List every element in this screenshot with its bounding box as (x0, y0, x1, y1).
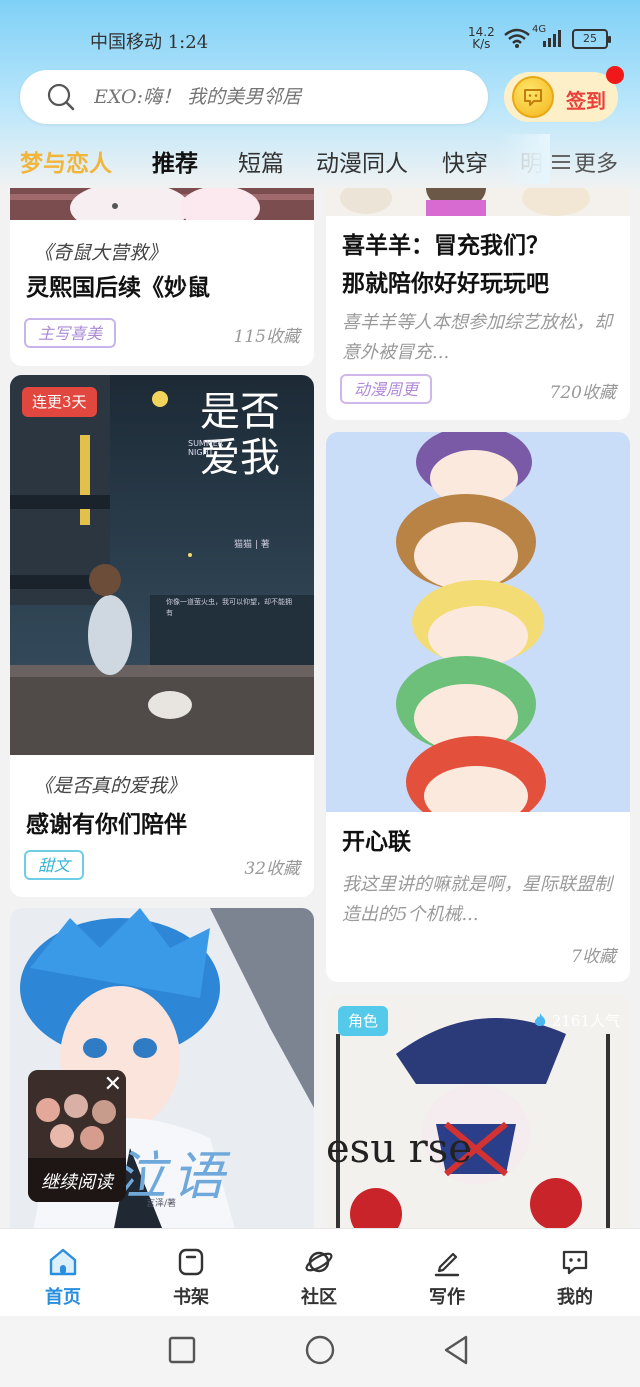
cover-author: 猫猫 | 著 (234, 540, 270, 550)
story-card[interactable]: 是否爱我 SUMMER NIGHT 猫猫 | 著 你像一道萤火虫，我可以仰望，却… (10, 375, 314, 897)
close-icon[interactable]: ✕ (104, 1072, 122, 1097)
role-badge: 角色 (338, 1006, 389, 1036)
cover-image (326, 432, 630, 812)
bookshelf-icon (178, 1248, 204, 1276)
story-title: 感谢有你们陪伴 (26, 811, 187, 838)
story-subtitle: 《奇鼠大营救》 (34, 242, 168, 264)
home-icon (49, 1248, 77, 1276)
nav-community[interactable]: 社区 (274, 1229, 364, 1317)
tab-quick-travel[interactable]: 快穿 (442, 144, 488, 178)
story-subtitle: 《是否真的爱我》 (34, 775, 187, 797)
category-tabs: 梦与恋人 推荐 短篇 动漫同人 快穿 明 更多 (0, 134, 640, 184)
story-tag[interactable]: 主写喜美 (24, 318, 117, 348)
planet-icon (305, 1251, 333, 1273)
back-icon[interactable] (442, 1334, 472, 1366)
tabs-fade (500, 134, 550, 184)
favorite-count: 115收藏 (233, 327, 300, 347)
story-card[interactable]: 开心联 我这里讲的嘛就是啊，星际联盟制造出的5个机械... 7收藏 (326, 432, 630, 982)
notification-dot (606, 66, 624, 84)
popularity-count: 2161人气 (551, 1012, 620, 1030)
nav-profile[interactable]: 我的 (530, 1229, 620, 1317)
update-badge: 连更3天 (22, 387, 97, 417)
story-description: 我这里讲的嘛就是啊，星际联盟制造出的5个机械... (342, 874, 612, 925)
popularity: 2161人气 (533, 1010, 620, 1031)
nav-bookshelf-label: 书架 (173, 1287, 209, 1308)
cover-text: esu rse (326, 1126, 472, 1172)
search-icon (47, 83, 75, 111)
more-label: 更多 (574, 152, 619, 177)
story-description: 喜羊羊等人本想参加综艺放松，却意外被冒充... (342, 312, 612, 363)
recent-apps-icon[interactable] (168, 1336, 196, 1364)
story-card[interactable]: 《奇鼠大营救》 灵熙国后续《妙鼠 主写喜美 115收藏 (10, 188, 314, 366)
cover-image (10, 188, 314, 220)
story-title: 灵熙国后续《妙鼠 (26, 274, 210, 301)
favorite-count: 720收藏 (549, 383, 616, 403)
nav-bookshelf[interactable]: 书架 (146, 1229, 236, 1317)
story-tag[interactable]: 动漫周更 (340, 374, 433, 404)
tab-dream-lover[interactable]: 梦与恋人 (20, 144, 112, 178)
menu-icon (552, 155, 570, 169)
cover-title: 是否爱我 (200, 389, 280, 481)
favorite-count: 7收藏 (571, 947, 616, 967)
continue-reading-label: 继续阅读 (41, 1172, 113, 1193)
signin-button[interactable]: 签到 (504, 66, 624, 122)
nav-write-label: 写作 (429, 1287, 465, 1308)
pen-icon (434, 1252, 460, 1277)
story-title: 开心联 (342, 828, 411, 855)
battery-indicator: 25 (572, 29, 611, 49)
nav-write[interactable]: 写作 (402, 1229, 492, 1317)
story-title-line1: 喜羊羊：冒充我们？ (342, 232, 549, 259)
system-navigation-bar (0, 1316, 640, 1387)
network-speed: 14.2 K/s (468, 26, 495, 50)
nav-community-label: 社区 (301, 1287, 337, 1308)
speed-unit: K/s (472, 37, 491, 51)
home-button-icon[interactable] (304, 1334, 336, 1366)
continue-reading-widget[interactable]: ✕ 继续阅读 (28, 1070, 126, 1202)
favorite-count: 32收藏 (244, 859, 300, 879)
cover-image (326, 188, 630, 216)
status-bar: 中国移动 1:24 14.2 K/s 4G 25 (0, 0, 640, 70)
story-tag[interactable]: 甜文 (24, 850, 85, 880)
nav-home-label: 首页 (45, 1287, 81, 1308)
story-card[interactable]: 喜羊羊：冒充我们？ 那就陪你好好玩玩吧 喜羊羊等人本想参加综艺放松，却意外被冒充… (326, 188, 630, 420)
more-button[interactable]: 更多 (552, 146, 618, 178)
flame-icon (534, 1013, 546, 1026)
story-title-line2: 那就陪你好好玩玩吧 (342, 270, 549, 297)
search-input[interactable] (94, 80, 474, 114)
signin-label: 签到 (566, 89, 606, 113)
tab-anime-fan[interactable]: 动漫同人 (316, 144, 408, 178)
wifi-icon (504, 28, 530, 48)
chat-icon (562, 1250, 588, 1275)
carrier-time: 中国移动 1:24 (90, 32, 209, 53)
signal-icon (543, 30, 561, 47)
coin-icon (512, 76, 554, 118)
search-bar[interactable] (20, 70, 488, 124)
cover-quote: 你像一道萤火虫，我可以仰望，却不能拥有 (166, 598, 292, 617)
cover-english: SUMMER NIGHT (188, 439, 224, 457)
cover-image: 是否爱我 SUMMER NIGHT 猫猫 | 著 你像一道萤火虫，我可以仰望，却… (10, 375, 314, 755)
tab-short[interactable]: 短篇 (238, 144, 284, 178)
bottom-navigation: 首页 书架 社区 写作 我的 (0, 1228, 640, 1316)
nav-home[interactable]: 首页 (18, 1229, 108, 1317)
story-card[interactable]: esu rse 角色 2161人气 (326, 994, 630, 1228)
nav-profile-label: 我的 (557, 1287, 593, 1308)
tab-recommend[interactable]: 推荐 (152, 144, 198, 178)
cover-author: 言泽/著 (146, 1199, 177, 1209)
